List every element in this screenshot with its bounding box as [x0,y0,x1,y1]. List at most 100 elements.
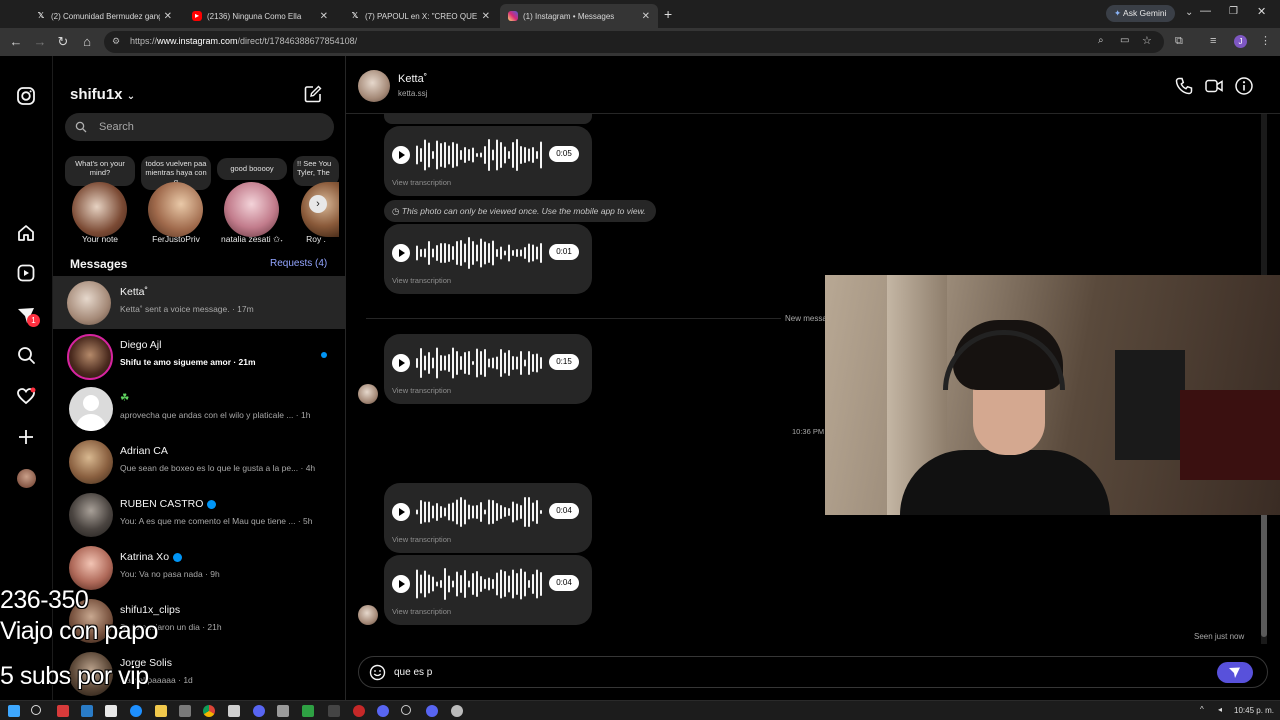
view-transcription-link[interactable]: View transcription [392,386,451,395]
close-tab-icon[interactable]: ✕ [164,11,172,22]
play-icon[interactable] [392,244,410,262]
taskbar-app-icon[interactable] [277,705,289,717]
restore-icon[interactable]: ❐ [1229,6,1238,17]
cast-icon[interactable]: ▭ [1120,35,1129,46]
account-switcher[interactable]: shifu1x ⌄ [70,86,135,103]
send-button[interactable] [1217,662,1253,683]
voice-duration: 0:05 [549,146,579,162]
search-nav-icon[interactable] [15,344,37,366]
taskbar-clock[interactable]: 10:45 p. m. [1234,706,1274,715]
contact-name: Ketta˚ [120,286,149,298]
edge-icon[interactable] [130,705,142,717]
taskbar-app-icon[interactable] [253,705,265,717]
message-composer[interactable]: que es p [358,656,1268,688]
chrome-icon[interactable] [203,705,215,717]
conversation-item-active[interactable]: Ketta˚ Ketta˚ sent a voice message. · 17… [53,276,345,329]
more-menu-icon[interactable]: ⋮ [1260,34,1271,47]
view-transcription-link[interactable]: View transcription [392,178,451,187]
reading-list-icon[interactable]: ≡ [1210,35,1216,47]
conversation-item[interactable]: Katrina Xo You: Va no pasa nada · 9h [53,541,345,594]
waveform-bar [472,505,474,519]
profile-avatar[interactable]: J [1234,35,1247,48]
chat-scrollbar-thumb[interactable] [1261,512,1267,637]
minimize-icon[interactable]: — [1200,5,1211,17]
taskbar-app-icon[interactable] [353,705,365,717]
close-window-icon[interactable]: ✕ [1257,5,1266,18]
home-nav-icon[interactable] [15,222,37,244]
story-avatar[interactable] [72,182,127,237]
view-transcription-link[interactable]: View transcription [392,535,451,544]
taskbar-app-icon[interactable] [302,705,314,717]
conversation-item[interactable]: Diego Ajl Shifu te amo sigueme amor · 21… [53,329,345,382]
browser-tab[interactable]: 𝕏 (2) Comunidad Bermudez gang ✕ [28,4,180,28]
taskbar-search-icon[interactable] [31,705,41,715]
requests-link[interactable]: Requests (4) [270,258,327,269]
phone-call-icon[interactable] [1174,76,1194,96]
browser-tab[interactable]: 𝕏 (7) PAPOUL en X: "CREO QUE E ✕ [342,4,498,28]
settings-gear-icon[interactable] [451,705,463,717]
play-icon[interactable] [392,503,410,521]
taskbar-app-icon[interactable] [57,705,69,717]
extensions-icon[interactable]: ⧉ [1175,35,1183,48]
chat-contact-name[interactable]: Ketta˚ [398,73,427,85]
waveform [416,237,542,269]
taskbar-app-icon[interactable] [228,705,240,717]
chat-contact-avatar[interactable] [358,70,390,102]
windows-start-icon[interactable] [8,705,20,717]
taskbar-app-icon[interactable] [81,705,93,717]
play-icon[interactable] [392,146,410,164]
home-icon[interactable]: ⌂ [79,34,95,50]
story-avatar[interactable] [148,182,203,237]
ask-gemini-button[interactable]: ✦ Ask Gemini [1106,5,1175,22]
taskbar-app-icon[interactable] [401,705,411,715]
waveform-bar [416,245,418,261]
conversation-item[interactable]: Adrian CA Que sean de boxeo es lo que le… [53,435,345,488]
profile-avatar[interactable] [17,469,36,488]
taskbar-app-icon[interactable] [328,705,340,717]
browser-tab[interactable]: ▸ (2136) Ninguna Como Ella ✕ [184,4,336,28]
taskbar-app-icon[interactable] [105,705,117,717]
close-tab-icon[interactable]: ✕ [642,11,650,22]
video-call-icon[interactable] [1204,76,1224,96]
reload-icon[interactable]: ↻ [55,34,71,50]
new-tab-icon[interactable]: + [664,6,672,22]
view-transcription-link[interactable]: View transcription [392,607,451,616]
tray-chevron-icon[interactable]: ^ [1200,705,1204,714]
volume-icon[interactable]: ◂ [1218,705,1222,714]
tab-search-icon[interactable]: ⌄ [1185,7,1193,18]
waveform [416,568,542,600]
search-icon [75,121,87,133]
conversation-item[interactable]: RUBEN CASTRO You: A es que me comento el… [53,488,345,541]
instagram-logo-icon[interactable] [15,85,37,107]
site-info-icon[interactable]: ⚙ [112,36,120,47]
compose-icon[interactable] [303,84,323,104]
message-input-text[interactable]: que es p [394,667,432,678]
play-icon[interactable] [392,575,410,593]
view-transcription-link[interactable]: View transcription [392,276,451,285]
zoom-icon[interactable]: ⌕ [1098,35,1104,46]
close-tab-icon[interactable]: ✕ [320,11,328,22]
bookmark-star-icon[interactable]: ☆ [1142,34,1152,47]
file-explorer-icon[interactable] [155,705,167,717]
address-bar[interactable]: ⚙ https://www.instagram.com/direct/t/178… [104,31,1164,53]
reels-icon[interactable] [15,262,37,284]
create-plus-icon[interactable] [15,426,37,448]
waveform-bar [476,571,478,597]
notifications-heart-icon[interactable] [15,385,37,407]
waveform-bar [460,575,462,593]
emoji-icon[interactable] [369,664,386,681]
stories-next-chevron-icon[interactable]: › [309,195,327,213]
forward-icon[interactable]: → [32,34,48,50]
taskbar-app-icon[interactable] [179,705,191,717]
play-icon[interactable] [392,354,410,372]
story-avatar[interactable] [224,182,279,237]
waveform-bar [480,152,482,158]
search-input[interactable]: Search [65,113,334,141]
back-icon[interactable]: ← [8,34,24,50]
taskbar-app-icon[interactable] [426,705,438,717]
browser-tab-active[interactable]: (1) Instagram • Messages ✕ [500,4,658,28]
conversation-info-icon[interactable] [1234,76,1254,96]
discord-icon[interactable] [377,705,389,717]
close-tab-icon[interactable]: ✕ [482,11,490,22]
conversation-item[interactable]: ☘ aprovecha que andas con el wilo y plat… [53,382,345,435]
